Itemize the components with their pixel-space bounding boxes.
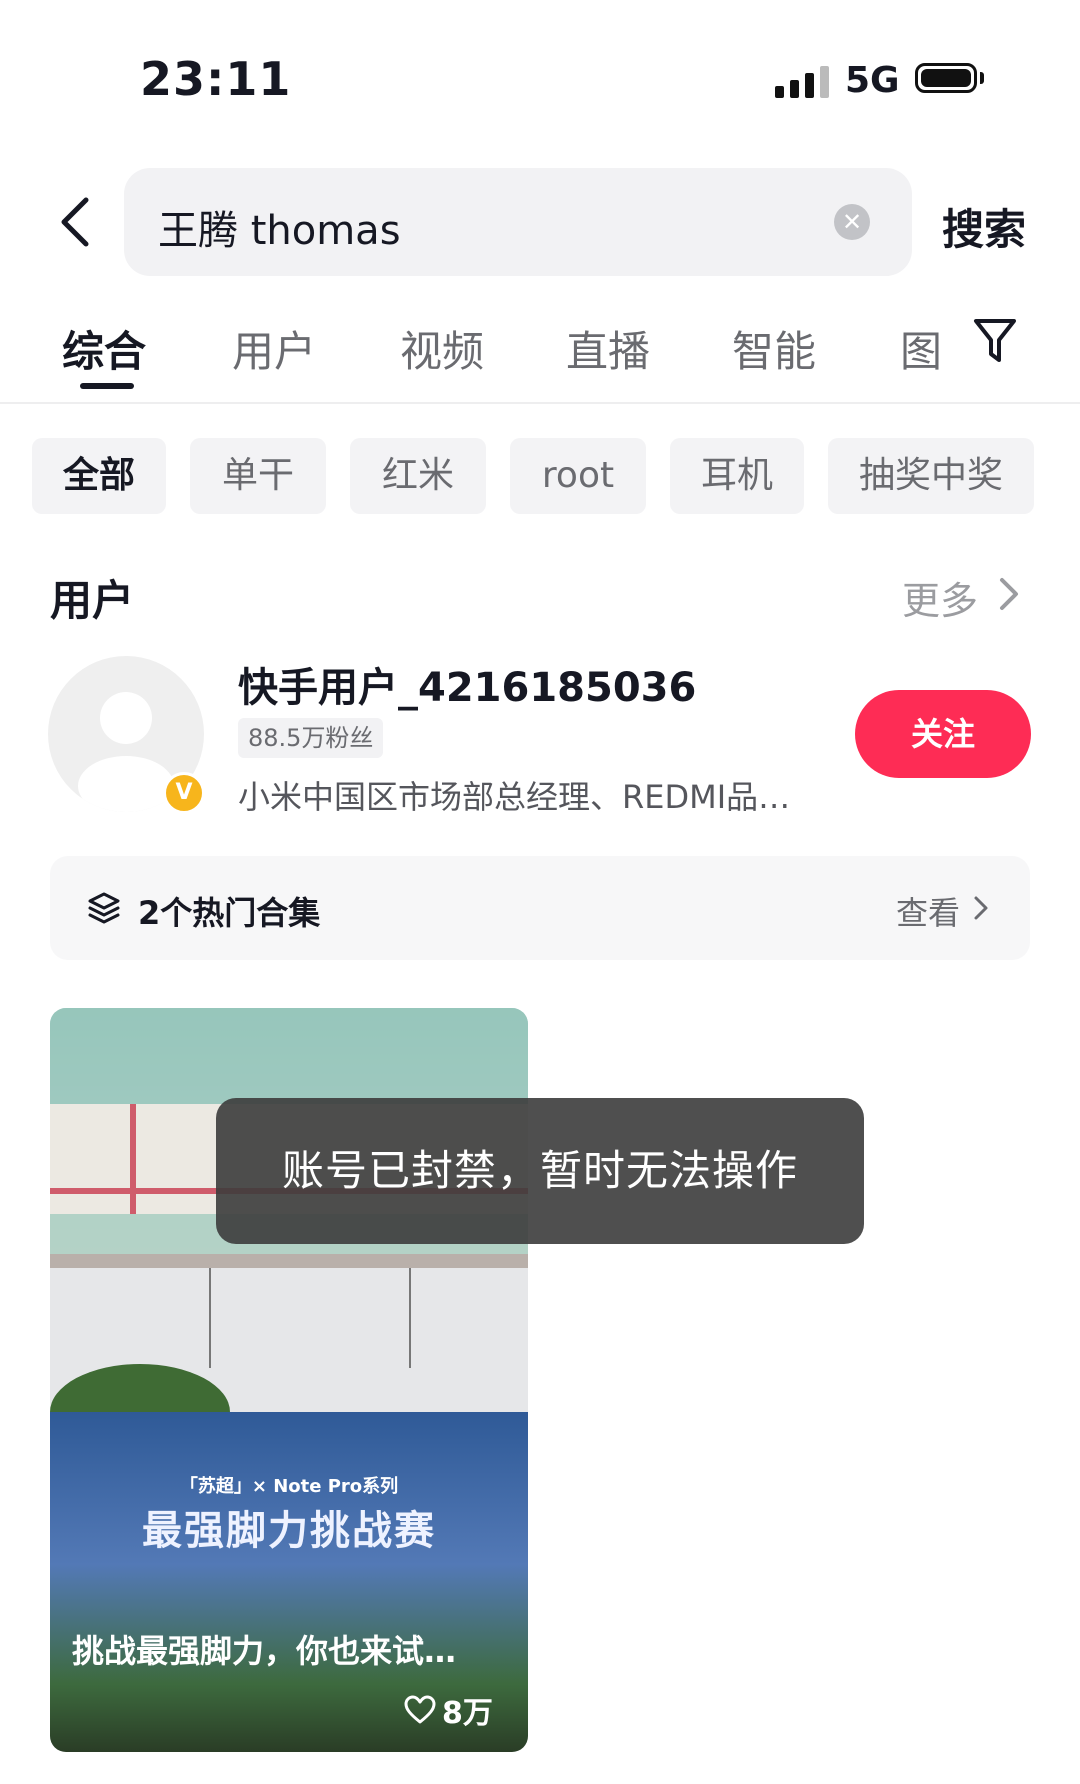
chip-all[interactable]: 全部 <box>32 438 166 514</box>
tab-users[interactable]: 用户 <box>232 318 316 379</box>
likes-count: 8万 <box>404 1688 493 1732</box>
layers-icon <box>86 890 122 926</box>
battery-icon <box>915 63 977 93</box>
chevron-right-icon[interactable] <box>972 894 990 922</box>
chevron-right-icon[interactable] <box>996 574 1022 614</box>
view-link[interactable]: 查看 <box>896 888 960 934</box>
toast-message: 账号已封禁，暂时无法操作 <box>216 1098 864 1244</box>
signal-icon <box>775 64 829 98</box>
collection-label: 2个热门合集 <box>138 894 321 932</box>
follow-button[interactable]: 关注 <box>855 690 1031 778</box>
user-name[interactable]: 快手用户_4216185036 <box>238 655 696 713</box>
divider <box>0 402 1080 404</box>
network-label: 5G <box>845 60 900 101</box>
section-title-users: 用户 <box>50 576 135 625</box>
tab-images[interactable]: 图 <box>900 318 942 379</box>
tab-smart[interactable]: 智能 <box>732 318 816 379</box>
tab-videos[interactable]: 视频 <box>400 318 484 379</box>
tab-indicator <box>80 383 134 389</box>
chip-earphones[interactable]: 耳机 <box>670 438 804 514</box>
clear-icon[interactable]: ✕ <box>834 204 870 240</box>
search-button[interactable]: 搜索 <box>942 196 1026 257</box>
user-bio: 小米中国区市场部总经理、REDMI品… <box>238 778 791 816</box>
status-time: 23:11 <box>140 52 292 106</box>
fans-count: 88.5万粉丝 <box>238 718 384 758</box>
chip-lottery[interactable]: 抽奖中奖 <box>828 438 1034 514</box>
tab-live[interactable]: 直播 <box>566 318 650 379</box>
chip-redmi[interactable]: 红米 <box>350 438 486 514</box>
likes-value: 8万 <box>442 1696 493 1731</box>
tab-comprehensive[interactable]: 综合 <box>62 318 146 379</box>
promo-subtitle: 「苏超」× Note Pro系列 <box>179 1476 399 1497</box>
back-arrow-icon[interactable] <box>52 192 102 252</box>
video-caption: 挑战最强脚力，你也来试… <box>72 1632 457 1670</box>
promo-title: 最强脚力挑战赛 <box>142 1508 436 1554</box>
more-link[interactable]: 更多 <box>902 570 978 625</box>
verified-badge-icon: V <box>163 772 205 814</box>
search-input[interactable]: 王腾 thomas <box>158 198 401 256</box>
chip-root[interactable]: root <box>510 438 646 514</box>
heart-icon <box>404 1695 436 1724</box>
filter-icon[interactable] <box>972 316 1018 366</box>
battery-tip <box>980 72 984 84</box>
chip-solo[interactable]: 单干 <box>190 438 326 514</box>
